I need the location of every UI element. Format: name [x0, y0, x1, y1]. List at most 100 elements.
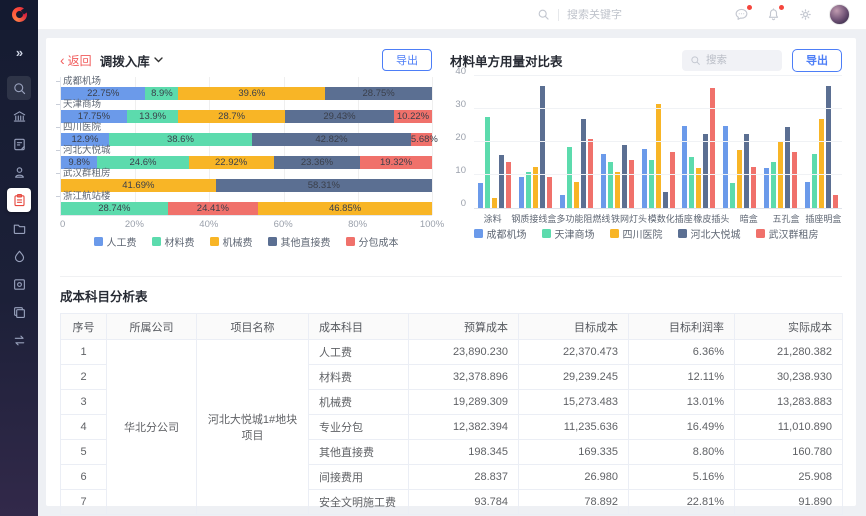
messages-icon[interactable] — [733, 7, 749, 23]
chart-legend: 人工费材料费机械费 其他直接费分包成本 — [60, 233, 432, 249]
category-label: 浙江航站楼 — [61, 192, 432, 202]
bar — [622, 145, 627, 208]
grouped-bar-chart: 010203040 涂料钢质接线盒多功能阻燃线铁网灯头模数化插座橡皮插头暗盒五孔… — [450, 77, 842, 223]
bar — [737, 150, 742, 208]
x-axis-label: 多功能阻燃线 — [556, 209, 610, 223]
bar — [670, 152, 675, 208]
notifications-icon[interactable] — [765, 7, 781, 23]
legend-item[interactable]: 机械费 — [210, 234, 253, 249]
bar — [608, 162, 613, 208]
legend-item[interactable]: 天津商场 — [542, 226, 595, 241]
bar — [785, 127, 790, 208]
table-title: 成本科目分析表 — [60, 286, 842, 305]
sidebar-collapse-icon[interactable]: » — [7, 40, 31, 64]
global-search-input[interactable] — [567, 9, 677, 21]
legend-swatch — [346, 237, 355, 246]
stacked-chart-panel: ‹ 返回 调拨入库 导出 成都机场22.75%8.9%39.6%28.75%天津… — [60, 48, 432, 270]
sidebar-item-company[interactable] — [7, 104, 31, 128]
page-title-dropdown[interactable]: 调拨入库 — [100, 51, 163, 70]
budget-cell: 23,890.230 — [409, 340, 519, 365]
legend-item[interactable]: 人工费 — [94, 234, 137, 249]
sidebar-item-documents[interactable] — [7, 132, 31, 156]
target-cell: 29,239.245 — [519, 365, 629, 390]
bar — [649, 160, 654, 208]
chart-search-input[interactable] — [706, 54, 766, 66]
export-button-right[interactable]: 导出 — [792, 49, 842, 72]
budget-cell: 32,378.896 — [409, 365, 519, 390]
axis-tick-label: 100% — [420, 219, 444, 230]
chart-search[interactable] — [682, 50, 782, 71]
bar-segment: 24.41% — [168, 202, 259, 215]
legend-label: 天津商场 — [555, 226, 595, 241]
axis-tick-label: 60% — [274, 219, 293, 230]
chevron-left-icon: ‹ — [60, 54, 65, 66]
search-icon — [537, 8, 550, 21]
sidebar-item-inventory[interactable] — [7, 188, 31, 212]
legend-item[interactable]: 成都机场 — [474, 226, 527, 241]
bar — [771, 162, 776, 208]
sidebar-item-copies[interactable] — [7, 300, 31, 324]
y-axis-label: 40 — [450, 66, 466, 77]
bar-group — [678, 77, 719, 208]
bar — [778, 142, 783, 208]
legend-swatch — [474, 229, 483, 238]
legend-swatch — [210, 237, 219, 246]
bar — [792, 152, 797, 208]
bar — [492, 198, 497, 208]
column-header: 序号 — [61, 314, 107, 340]
row-number-cell: 3 — [61, 390, 107, 415]
bar-group — [597, 77, 638, 208]
sidebar-item-transfer[interactable] — [7, 328, 31, 352]
legend-item[interactable]: 河北大悦城 — [678, 226, 741, 241]
bar-group — [474, 77, 515, 208]
category-label: 河北大悦城 — [61, 146, 432, 156]
sidebar-item-devices[interactable] — [7, 272, 31, 296]
x-axis-labels: 涂料钢质接线盒多功能阻燃线铁网灯头模数化插座橡皮插头暗盒五孔盒插座明盒 — [474, 209, 842, 223]
actual-cell: 30,238.930 — [735, 365, 843, 390]
sidebar: » — [0, 30, 38, 516]
page-title: 调拨入库 — [100, 51, 150, 70]
stacked-bar-chart: 成都机场22.75%8.9%39.6%28.75%天津商场17.75%13.9%… — [60, 77, 432, 216]
app-logo[interactable] — [0, 0, 38, 30]
subject-cell: 间接费用 — [309, 465, 409, 490]
legend-swatch — [152, 237, 161, 246]
margin-cell: 8.80% — [629, 440, 735, 465]
bar-segment: 38.6% — [109, 133, 252, 146]
legend-item[interactable]: 分包成本 — [346, 234, 399, 249]
bar-segment: 13.9% — [127, 110, 179, 123]
axis-tick-label: 20% — [125, 219, 144, 230]
sidebar-item-resources[interactable] — [7, 244, 31, 268]
row-number-cell: 7 — [61, 490, 107, 515]
budget-cell: 19,289.309 — [409, 390, 519, 415]
table-header-row: 序号所属公司项目名称成本科目预算成本目标成本目标利润率实际成本 — [61, 314, 843, 340]
bar — [642, 149, 647, 208]
bar — [656, 104, 661, 208]
global-search[interactable] — [537, 8, 677, 21]
table-row[interactable]: 1华北分公司河北大悦城1#地块项目人工费23,890.23022,370.473… — [61, 340, 843, 365]
column-header: 所属公司 — [107, 314, 197, 340]
settings-icon[interactable] — [797, 7, 813, 23]
sidebar-item-users[interactable] — [7, 160, 31, 184]
bar-segment: 29.43% — [285, 110, 394, 123]
bar — [506, 162, 511, 208]
actual-cell: 13,283.883 — [735, 390, 843, 415]
x-axis-label: 暗盒 — [730, 209, 767, 223]
export-button-left[interactable]: 导出 — [382, 49, 432, 71]
legend-item[interactable]: 四川医院 — [610, 226, 663, 241]
subject-cell: 人工费 — [309, 340, 409, 365]
legend-item[interactable]: 材料费 — [152, 234, 195, 249]
avatar[interactable] — [829, 4, 850, 25]
sidebar-item-search[interactable] — [7, 76, 31, 100]
legend-label: 其他直接费 — [281, 234, 331, 249]
bar-segment: 28.75% — [325, 87, 432, 100]
row-number-cell: 4 — [61, 415, 107, 440]
sidebar-item-files[interactable] — [7, 216, 31, 240]
x-axis-label: 五孔盒 — [767, 209, 804, 223]
bar — [560, 195, 565, 208]
bar — [819, 119, 824, 208]
bar — [581, 119, 586, 208]
back-link[interactable]: ‹ 返回 — [60, 52, 92, 69]
legend-item[interactable]: 其他直接费 — [268, 234, 331, 249]
actual-cell: 91.890 — [735, 490, 843, 515]
legend-item[interactable]: 武汉群租房 — [756, 226, 819, 241]
